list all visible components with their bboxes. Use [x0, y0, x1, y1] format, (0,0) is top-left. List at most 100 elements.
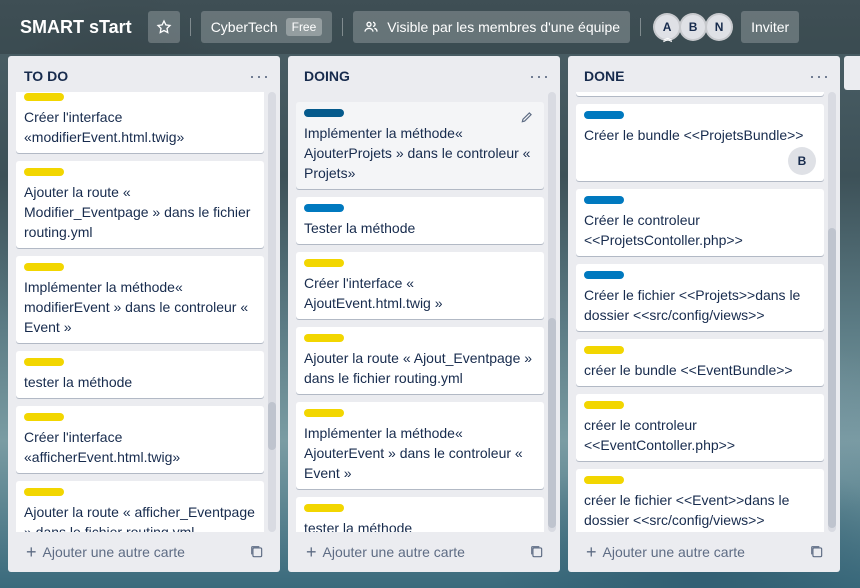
card-label[interactable] [304, 109, 344, 117]
card-title: Créer le controleur <<ProjetsContoller.p… [584, 212, 743, 248]
template-icon[interactable] [250, 545, 264, 559]
list-doing: DOING ··· Implémenter la méthode« Ajoute… [288, 56, 560, 572]
list-scrollbar[interactable] [268, 92, 276, 532]
card[interactable]: Ajouter la route « Ajout_Eventpage » dan… [296, 327, 544, 394]
card[interactable]: Implémenter la méthode« AjouterProjets »… [296, 102, 544, 189]
list-todo: TO DO ··· Créer l'interface «modifierEve… [8, 56, 280, 572]
card-label[interactable] [304, 259, 344, 267]
card[interactable]: Implémenter la méthode« modifierEvent » … [16, 256, 264, 343]
card-partial[interactable] [576, 92, 824, 96]
plan-badge: Free [285, 18, 323, 36]
card-label[interactable] [24, 168, 64, 176]
plus-icon: + [586, 542, 597, 562]
card-label[interactable] [584, 346, 624, 354]
card[interactable]: Créer l'interface « AjoutEvent.html.twig… [296, 252, 544, 319]
visibility-label: Visible par les membres d'une équipe [387, 19, 621, 35]
list-scrollbar[interactable] [548, 92, 556, 532]
card-title: Ajouter la route « afficher_Eventpage » … [24, 504, 255, 532]
card-label[interactable] [584, 401, 624, 409]
star-button[interactable] [147, 11, 180, 43]
scroll-thumb[interactable] [548, 318, 556, 528]
add-card-button[interactable]: + Ajouter une autre carte [296, 538, 552, 566]
card[interactable]: créer le bundle <<EventBundle>> [576, 339, 824, 386]
scroll-thumb[interactable] [828, 228, 836, 528]
plus-icon: + [26, 542, 37, 562]
invite-button[interactable]: Inviter [741, 11, 800, 43]
list-scrollbar[interactable] [828, 92, 836, 532]
card-list: Implémenter la méthode« AjouterProjets »… [296, 92, 544, 532]
card-title: tester la méthode [304, 520, 413, 532]
card-label[interactable] [584, 196, 624, 204]
card-title: Ajouter la route « Modifier_Eventpage » … [24, 184, 251, 240]
add-card-button[interactable]: + Ajouter une autre carte [576, 538, 832, 566]
list-menu-icon[interactable]: ··· [529, 66, 550, 87]
card-label[interactable] [584, 111, 624, 119]
card[interactable]: tester la méthode [16, 351, 264, 398]
card-title: Implémenter la méthode« AjouterEvent » d… [304, 425, 523, 481]
card-title: Implémenter la méthode« modifierEvent » … [24, 279, 249, 335]
card-title: tester la méthode [24, 374, 133, 390]
card[interactable]: Créer l'interface «afficherEvent.html.tw… [16, 406, 264, 473]
avatar[interactable]: A ︽ [653, 13, 682, 43]
avatar[interactable]: B [679, 13, 708, 41]
list-menu-icon[interactable]: ··· [809, 66, 830, 87]
list-header: DOING ··· [288, 60, 560, 92]
template-icon[interactable] [530, 545, 544, 559]
list-title[interactable]: TO DO [24, 68, 68, 84]
card[interactable]: Implémenter la méthode« AjouterEvent » d… [296, 402, 544, 489]
avatar[interactable]: N [705, 13, 734, 41]
edit-pencil-icon[interactable] [520, 110, 534, 124]
list-menu-icon[interactable]: ··· [249, 66, 270, 87]
team-icon [364, 21, 378, 32]
list-header: TO DO ··· [8, 60, 280, 92]
card-label[interactable] [584, 271, 624, 279]
card-label[interactable] [584, 476, 624, 484]
scroll-thumb[interactable] [268, 402, 276, 450]
card[interactable]: créer le fichier <<Event>>dans le dossie… [576, 469, 824, 532]
card-title: Implémenter la méthode« AjouterProjets »… [304, 125, 531, 181]
header-divider [189, 18, 191, 36]
board-title[interactable]: SMART sTart [12, 11, 140, 43]
card-title: créer le fichier <<Event>>dans le dossie… [584, 492, 790, 528]
card[interactable]: Créer l'interface «modifierEvent.html.tw… [16, 92, 264, 153]
card-title: Créer le bundle <<ProjetsBundle>> [584, 127, 804, 143]
card-label[interactable] [24, 488, 64, 496]
board-header: SMART sTart CyberTech Free Visible par l… [0, 0, 860, 54]
card[interactable]: Créer le bundle <<ProjetsBundle>> B [576, 104, 824, 181]
card-label[interactable] [304, 334, 344, 342]
list-done: DONE ··· Créer le bundle <<ProjetsBundle… [568, 56, 840, 572]
card-title: Tester la méthode [304, 220, 416, 236]
card-label[interactable] [24, 263, 64, 271]
card-title: créer le bundle <<EventBundle>> [584, 362, 793, 378]
next-list-edge[interactable] [844, 56, 860, 90]
card-label[interactable] [304, 504, 344, 512]
list-title[interactable]: DOING [304, 68, 350, 84]
template-icon[interactable] [810, 545, 824, 559]
add-card-button[interactable]: + Ajouter une autre carte [16, 538, 272, 566]
card[interactable]: Créer le fichier <<Projets>>dans le doss… [576, 264, 824, 331]
card-title: Créer l'interface «modifierEvent.html.tw… [24, 109, 185, 145]
card-label[interactable] [24, 413, 64, 421]
card[interactable]: Créer le controleur <<ProjetsContoller.p… [576, 189, 824, 256]
add-card-label: Ajouter une autre carte [602, 544, 745, 560]
list-title[interactable]: DONE [584, 68, 624, 84]
card[interactable]: Tester la méthode [296, 197, 544, 244]
plus-icon: + [306, 542, 317, 562]
card-title: Créer l'interface «afficherEvent.html.tw… [24, 429, 181, 465]
card-list: Créer le bundle <<ProjetsBundle>> B Crée… [576, 92, 824, 532]
card[interactable]: créer le controleur <<EventContoller.php… [576, 394, 824, 461]
card[interactable]: tester la méthode [296, 497, 544, 532]
workspace-name: CyberTech [210, 19, 278, 35]
card[interactable]: Ajouter la route « Modifier_Eventpage » … [16, 161, 264, 248]
card-label[interactable] [24, 93, 64, 101]
add-card-label: Ajouter une autre carte [42, 544, 185, 560]
visibility-button[interactable]: Visible par les membres d'une équipe [353, 11, 631, 43]
card-label[interactable] [304, 409, 344, 417]
card-label[interactable] [24, 358, 64, 366]
card-member-avatar[interactable]: B [788, 147, 816, 175]
workspace-button[interactable]: CyberTech Free [200, 11, 333, 43]
card[interactable]: Ajouter la route « afficher_Eventpage » … [16, 481, 264, 532]
card-label[interactable] [304, 204, 344, 212]
star-icon [156, 19, 172, 34]
card-title: Créer le fichier <<Projets>>dans le doss… [584, 287, 801, 323]
